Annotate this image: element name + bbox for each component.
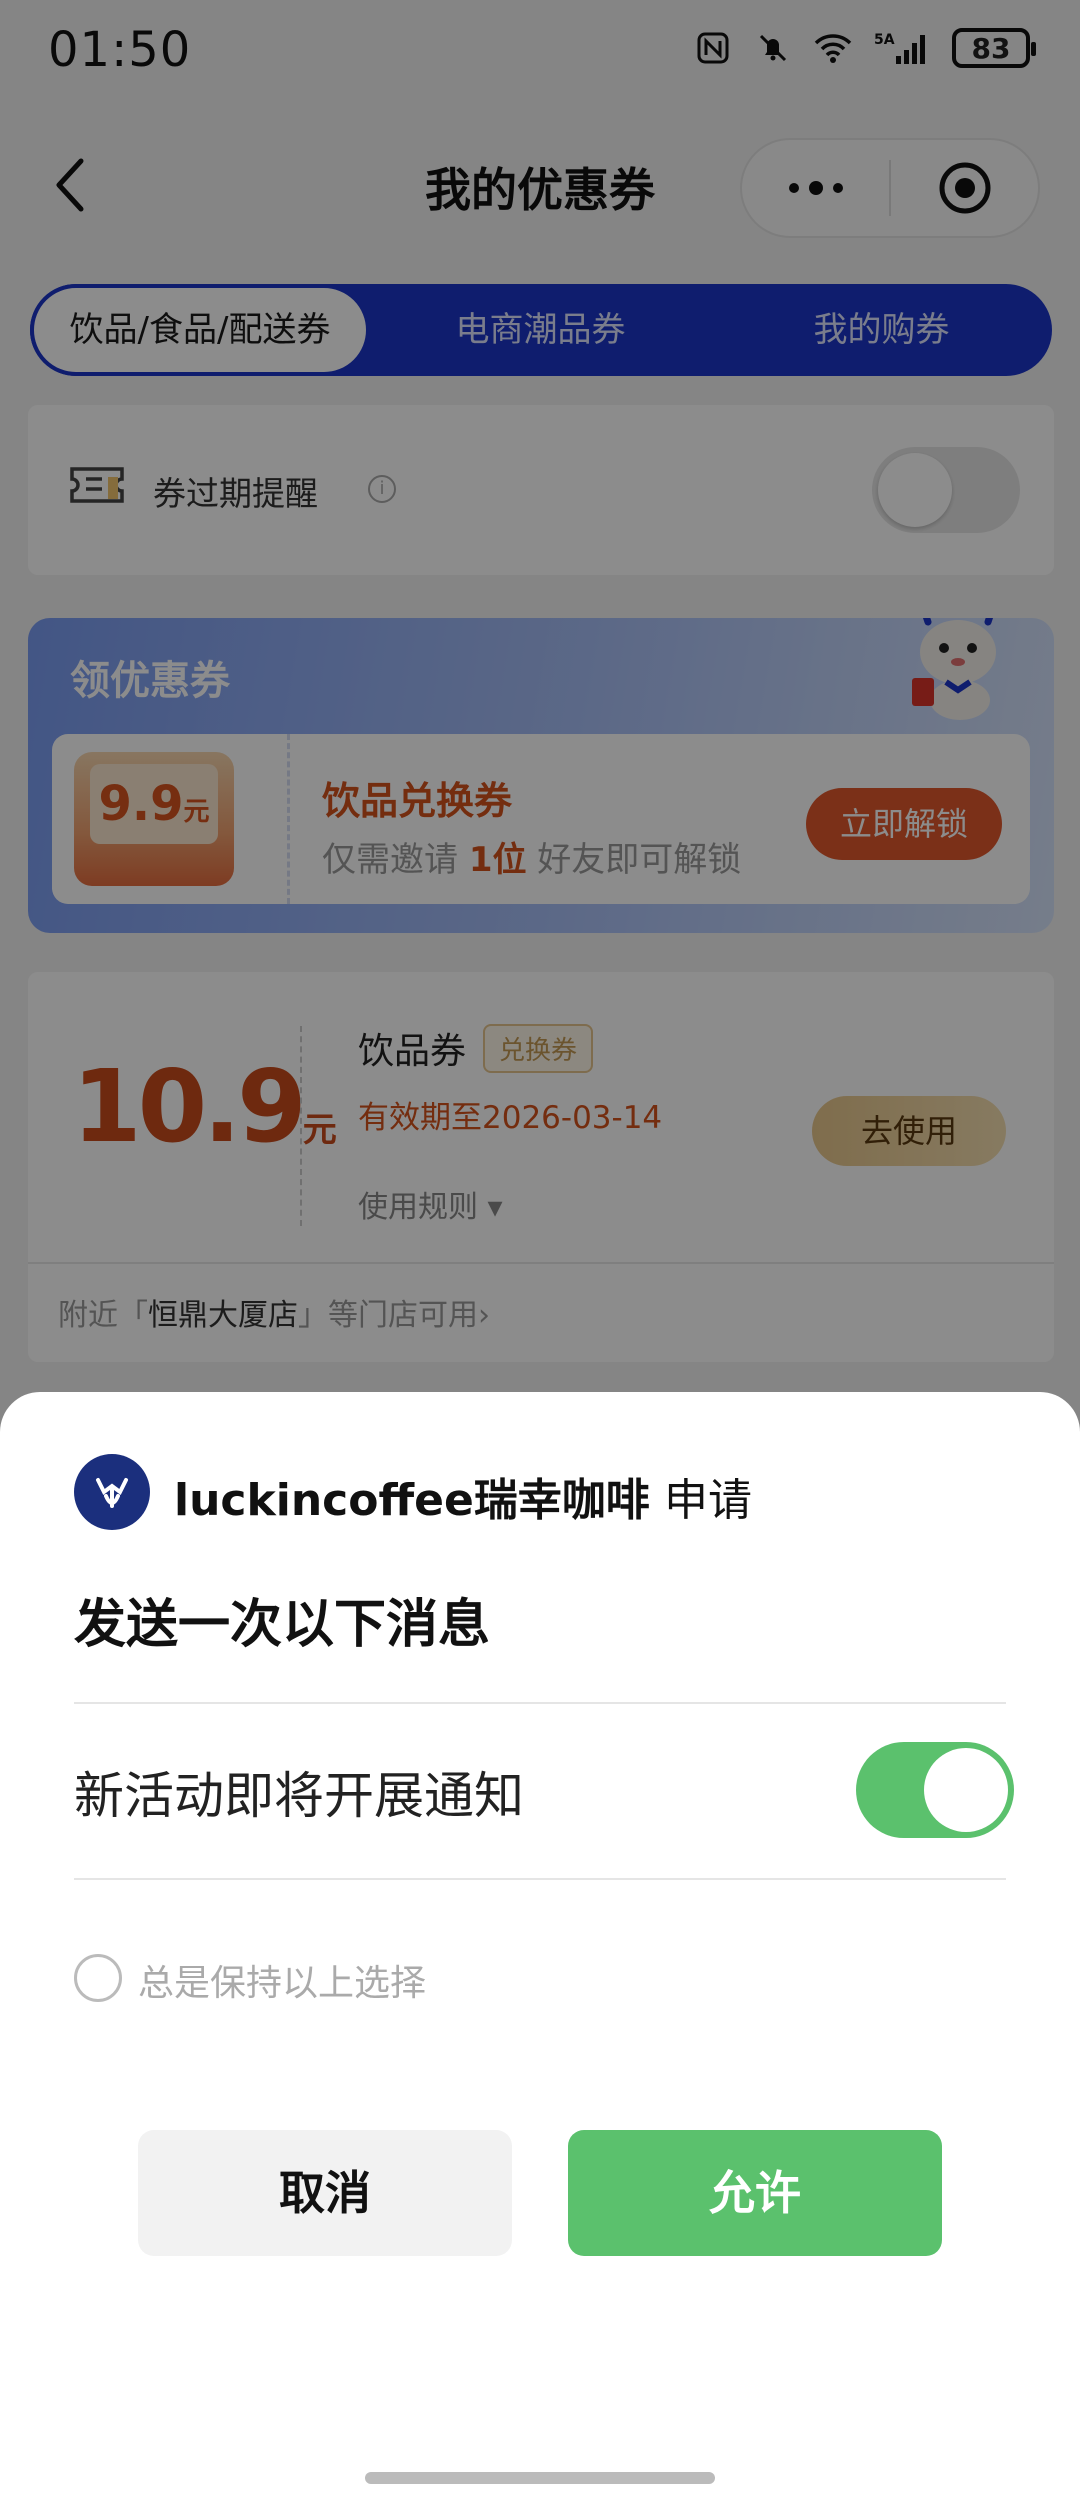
sheet-heading: 发送一次以下消息 [74, 1595, 491, 1655]
coupon-page: 01:50 5A 83 我的优惠券 饮品/食品/配送券 电商潮品券 我的购券 券… [0, 0, 1080, 2504]
permission-toggle[interactable] [856, 1742, 1014, 1838]
keep-choice-radio[interactable] [74, 1954, 122, 2002]
toggle-knob [924, 1748, 1008, 1832]
request-label: 申请 [664, 1475, 752, 1526]
sheet-divider-top [74, 1702, 1006, 1704]
app-name: luckincoffee瑞幸咖啡 [174, 1475, 650, 1526]
keep-choice-label[interactable]: 总是保持以上选择 [138, 1954, 426, 2006]
permission-label: 新活动即将开展通知 [74, 1767, 524, 1825]
subscribe-message-sheet: luckincoffee瑞幸咖啡 申请 发送一次以下消息 新活动即将开展通知 总… [0, 1392, 1080, 2504]
home-indicator[interactable] [365, 2472, 715, 2484]
luckin-logo-icon [74, 1454, 150, 1530]
allow-button[interactable]: 允许 [568, 2130, 942, 2256]
sheet-divider-bottom [74, 1878, 1006, 1880]
cancel-button[interactable]: 取消 [138, 2130, 512, 2256]
